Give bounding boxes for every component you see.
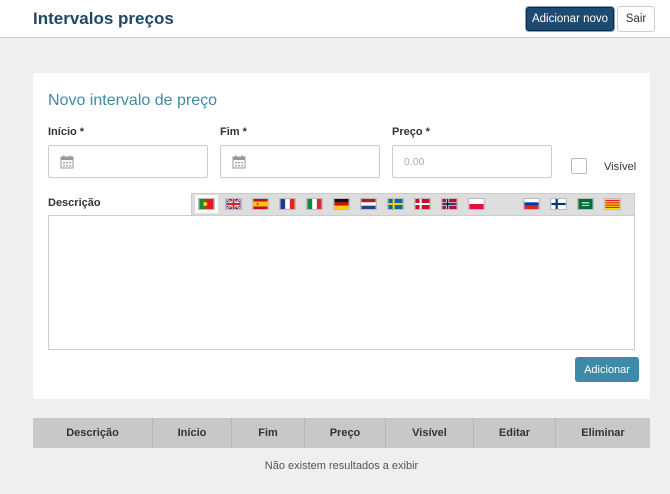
price-input[interactable]: 0.00	[392, 145, 552, 178]
column-price: Preço	[305, 418, 386, 448]
column-visible: Visível	[386, 418, 474, 448]
visible-checkbox[interactable]	[571, 158, 587, 174]
start-date-field[interactable]	[48, 145, 208, 178]
calendar-icon	[60, 155, 74, 169]
column-edit: Editar	[474, 418, 556, 448]
flag-germany-icon[interactable]	[333, 198, 350, 210]
column-delete: Eliminar	[581, 427, 625, 439]
price-placeholder: 0.00	[404, 156, 425, 168]
page-title: Intervalos preços	[33, 9, 174, 28]
add-button[interactable]: Adicionar	[575, 357, 639, 382]
start-label: Início *	[48, 126, 85, 138]
description-label: Descrição	[48, 197, 101, 209]
end-label: Fim *	[220, 126, 247, 138]
flag-poland-icon[interactable]	[468, 198, 485, 210]
form-title: Novo intervalo de preço	[48, 92, 217, 109]
flag-saudi-arabia-icon[interactable]	[577, 198, 594, 210]
column-start: Início	[153, 418, 232, 448]
visible-label: Visível	[604, 161, 637, 173]
flag-spain-icon[interactable]	[252, 198, 269, 210]
flag-netherlands-icon[interactable]	[360, 198, 377, 210]
results-table-header: Descrição Início Fim Preço Visível Edita…	[33, 418, 650, 448]
add-new-button[interactable]: Adicionar novo	[526, 7, 614, 31]
flag-finland-icon[interactable]	[550, 198, 567, 210]
flag-portugal-icon[interactable]	[198, 198, 215, 210]
language-tabs	[191, 193, 635, 215]
column-end: Fim	[232, 418, 305, 448]
flag-norway-icon[interactable]	[441, 198, 458, 210]
flag-sweden-icon[interactable]	[387, 198, 404, 210]
flag-denmark-icon[interactable]	[414, 198, 431, 210]
flag-russia-icon[interactable]	[523, 198, 540, 210]
top-bar: Intervalos preços Adicionar novo Sair	[0, 0, 670, 38]
flag-uk-icon[interactable]	[225, 198, 242, 210]
exit-button[interactable]: Sair	[617, 6, 655, 32]
end-date-field[interactable]	[220, 145, 380, 178]
empty-results-message: Não existem resultados a exibir	[264, 460, 419, 472]
column-description: Descrição	[33, 418, 153, 448]
description-textarea[interactable]	[48, 215, 635, 350]
flag-france-icon[interactable]	[279, 198, 296, 210]
new-interval-form: Novo intervalo de preço Início * Fim * P…	[33, 73, 650, 399]
calendar-icon	[232, 155, 246, 169]
price-label: Preço *	[392, 126, 430, 138]
flag-italy-icon[interactable]	[306, 198, 323, 210]
flag-catalonia-icon[interactable]	[604, 198, 621, 210]
